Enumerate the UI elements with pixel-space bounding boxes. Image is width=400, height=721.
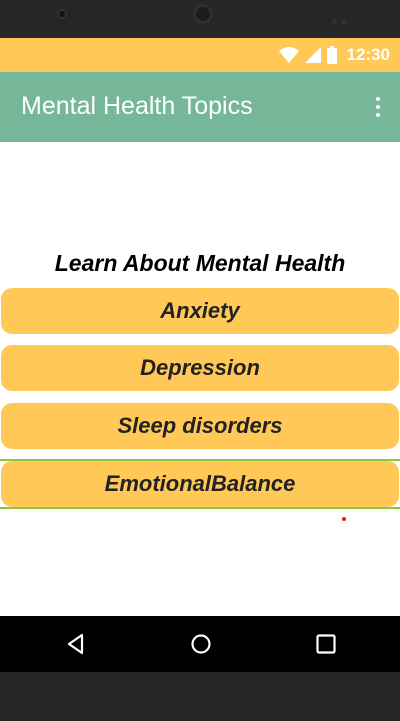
navigation-bar [0,616,400,672]
device-top-bezel [0,0,400,38]
sensor [193,4,213,24]
device-bottom-bezel [0,672,400,721]
wifi-icon [278,47,299,63]
anxiety-button[interactable]: Anxiety [1,288,399,334]
sleep-disorders-button[interactable]: Sleep disorders [1,403,399,449]
app-title: Mental Health Topics [21,92,253,120]
divider-bottom [0,507,400,509]
overflow-menu-icon[interactable] [374,97,382,117]
signal-icon [304,47,321,63]
back-icon[interactable] [64,632,88,656]
status-bar: 12:30 [0,38,400,72]
front-camera [57,9,67,19]
status-time: 12:30 [346,45,390,64]
home-icon[interactable] [189,632,213,656]
app-screen: 12:30 Mental Health Topics Learn About M… [0,38,400,616]
app-bar: Mental Health Topics [0,72,400,142]
page-heading: Learn About Mental Health [54,250,346,276]
depression-button[interactable]: Depression [1,345,399,391]
status-icons: 12:30 [278,44,390,66]
speaker-dots [332,11,352,24]
emotional-balance-button[interactable]: EmotionalBalance [1,461,399,507]
recents-icon[interactable] [314,632,338,656]
indicator-dot [342,517,346,521]
battery-icon [326,46,337,64]
